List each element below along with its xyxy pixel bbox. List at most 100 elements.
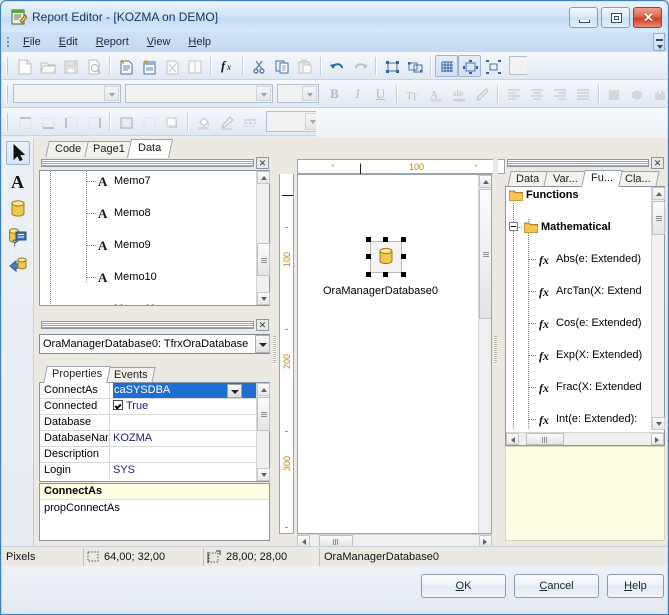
- preview-report-icon[interactable]: [82, 55, 105, 77]
- tree-item[interactable]: fx Exp(X: Extended): [506, 347, 652, 363]
- resize-handle-sw[interactable]: [366, 272, 371, 277]
- align-center-icon[interactable]: [525, 83, 548, 105]
- tree-item[interactable]: fx Frac(X: Extended: [506, 379, 652, 395]
- minimize-button[interactable]: [569, 7, 598, 28]
- font-style-combo[interactable]: [125, 84, 273, 103]
- scroll-thumb[interactable]: [479, 189, 491, 319]
- functions-tree-vscrollbar[interactable]: [651, 187, 665, 430]
- bold-button[interactable]: B: [323, 83, 346, 105]
- object-tree[interactable]: A Memo7 A Memo8 A Memo9 A Memo10: [40, 171, 256, 305]
- font-color-icon[interactable]: A: [424, 83, 447, 105]
- menu-overflow-icon[interactable]: [653, 33, 665, 51]
- drag-lines[interactable]: [507, 159, 649, 167]
- scroll-right-button[interactable]: [651, 433, 664, 445]
- object-selector-combo[interactable]: OraManagerDatabase0: TfrxOraDatabase: [39, 334, 270, 354]
- right-splitter[interactable]: [493, 158, 498, 541]
- tree-item[interactable]: fx ArcTan(X: Extend: [506, 283, 652, 299]
- font-size-combo[interactable]: [277, 84, 319, 103]
- tree-item[interactable]: A Memo7: [40, 173, 256, 189]
- tree-item[interactable]: fx Abs(e: Extended): [506, 251, 652, 267]
- menu-help[interactable]: Help: [179, 34, 220, 50]
- line-color-icon[interactable]: [215, 111, 238, 133]
- property-row-database[interactable]: Database: [40, 415, 256, 431]
- menu-file[interactable]: File: [14, 34, 50, 50]
- resize-handle-s[interactable]: [383, 272, 388, 277]
- copy-icon[interactable]: [270, 55, 293, 77]
- component-body[interactable]: [370, 241, 402, 273]
- resize-handle-w[interactable]: [366, 254, 371, 259]
- scroll-left-button[interactable]: [506, 433, 519, 445]
- toolbar-grip[interactable]: [4, 55, 11, 77]
- tree-item[interactable]: A Memo9: [40, 237, 256, 253]
- align-left-icon[interactable]: [502, 83, 525, 105]
- drag-lines[interactable]: [41, 321, 254, 329]
- restore-button[interactable]: [601, 7, 630, 28]
- border-left-icon[interactable]: [59, 111, 82, 133]
- border-top-icon[interactable]: [13, 111, 36, 133]
- toolbar-grip[interactable]: [4, 83, 11, 105]
- align-top-icon[interactable]: [603, 83, 626, 105]
- scroll-down-button[interactable]: [257, 292, 270, 305]
- text-memo-tool[interactable]: A: [6, 169, 30, 193]
- align-middle-icon[interactable]: [626, 83, 649, 105]
- delete-page-icon[interactable]: [160, 55, 183, 77]
- resize-handle-ne[interactable]: [401, 237, 406, 242]
- redo-icon[interactable]: [348, 55, 371, 77]
- border-right-icon[interactable]: [82, 111, 105, 133]
- property-grid-scrollbar[interactable]: [256, 383, 270, 481]
- show-grid-icon[interactable]: [435, 54, 458, 77]
- scroll-thumb[interactable]: [526, 433, 564, 445]
- cut-icon[interactable]: [247, 55, 270, 77]
- tree-item[interactable]: A Memo10: [40, 269, 256, 285]
- ungroup-icon[interactable]: [403, 55, 426, 77]
- tree-item[interactable]: Mathematical: [506, 219, 652, 235]
- open-report-icon[interactable]: [36, 55, 59, 77]
- close-panel-icon[interactable]: ✕: [651, 157, 664, 169]
- tree-item[interactable]: A Memo11: [40, 301, 256, 305]
- property-row-connected[interactable]: Connected True: [40, 399, 256, 415]
- font-dialog-icon[interactable]: TT: [401, 83, 424, 105]
- canvas-vertical-scrollbar[interactable]: [478, 175, 491, 533]
- menu-view[interactable]: View: [138, 34, 180, 50]
- snap-to-grid-icon[interactable]: [458, 54, 481, 77]
- resize-handle-e[interactable]: [401, 254, 406, 259]
- ok-button[interactable]: OK: [421, 574, 506, 598]
- property-row-connectas[interactable]: ConnectAs caSYSDBA: [40, 383, 256, 399]
- select-pointer-tool[interactable]: [6, 141, 30, 165]
- font-name-combo[interactable]: [13, 84, 121, 103]
- align-right-icon[interactable]: [548, 83, 571, 105]
- group-icon[interactable]: [380, 55, 403, 77]
- help-button[interactable]: Help: [607, 574, 664, 598]
- shadow-icon[interactable]: [160, 111, 183, 133]
- functions-tree[interactable]: Functions Mathematical fx Abs(e: Extende…: [506, 187, 652, 430]
- datasource-tool[interactable]: [6, 253, 30, 277]
- resize-handle-n[interactable]: [383, 237, 388, 242]
- menu-edit[interactable]: Edit: [50, 34, 87, 50]
- object-selector-dropdown-icon[interactable]: [255, 335, 270, 353]
- toolbar-grip[interactable]: [4, 111, 11, 133]
- tab-classes[interactable]: Cla...: [616, 171, 660, 187]
- scroll-down-button[interactable]: [257, 468, 270, 481]
- new-dialog-icon[interactable]: [137, 55, 160, 77]
- scroll-thumb[interactable]: [257, 243, 270, 276]
- tree-item[interactable]: A Memo8: [40, 205, 256, 221]
- query-tool[interactable]: ?: [6, 225, 30, 249]
- scroll-up-button[interactable]: [257, 171, 270, 184]
- menu-report[interactable]: Report: [87, 34, 138, 50]
- object-tree-scrollbar[interactable]: [256, 171, 270, 305]
- align-to-grid-icon[interactable]: [481, 55, 504, 77]
- scroll-thumb[interactable]: [652, 201, 665, 235]
- formula-fx-icon[interactable]: f x: [215, 55, 238, 77]
- tab-variables[interactable]: Var...: [543, 171, 587, 187]
- property-checkbox[interactable]: [113, 400, 123, 410]
- line-width-combo[interactable]: [266, 111, 322, 132]
- close-panel-icon[interactable]: ✕: [256, 319, 269, 331]
- fill-color-icon[interactable]: [192, 111, 215, 133]
- resize-handle-se[interactable]: [401, 272, 406, 277]
- tab-properties[interactable]: Properties: [43, 366, 111, 383]
- drag-lines[interactable]: [41, 159, 254, 167]
- border-none-icon[interactable]: [137, 111, 160, 133]
- tab-data[interactable]: Data: [126, 139, 174, 158]
- report-design-canvas[interactable]: OraManagerDatabase0: [297, 174, 492, 534]
- resize-handle-nw[interactable]: [366, 237, 371, 242]
